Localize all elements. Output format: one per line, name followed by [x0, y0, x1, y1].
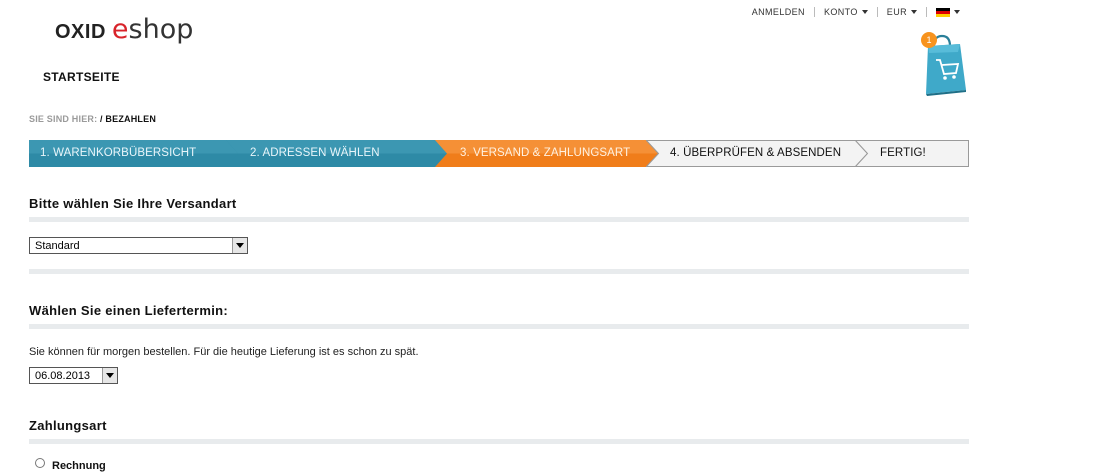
chevron-down-icon	[954, 10, 960, 14]
checkout-steps: 1. WARENKORBÜBERSICHT 2. ADRESSEN WÄHLEN…	[29, 140, 969, 167]
top-navigation: ANMELDEN KONTO EUR	[743, 7, 969, 17]
step-cart-overview[interactable]: 1. WARENKORBÜBERSICHT	[29, 140, 239, 167]
home-link[interactable]: STARTSEITE	[43, 70, 120, 84]
chevron-down-icon	[861, 10, 868, 14]
shipping-method-select[interactable]: Standard	[29, 237, 248, 254]
shipping-section-title: Bitte wählen Sie Ihre Versandart	[29, 196, 237, 211]
breadcrumb: SIE SIND HIER: / BEZAHLEN	[29, 114, 157, 124]
language-menu[interactable]	[927, 7, 969, 17]
cart-count-badge: 1	[921, 32, 937, 48]
step-choose-address[interactable]: 2. ADRESSEN WÄHLEN	[226, 140, 448, 167]
step-review-submit[interactable]: 4. ÜBERPRÜFEN & ABSENDEN	[646, 140, 868, 167]
chevron-down-icon	[232, 238, 247, 253]
login-link[interactable]: ANMELDEN	[743, 7, 814, 17]
step-finished[interactable]: FERTIG!	[855, 140, 969, 167]
account-menu[interactable]: KONTO	[815, 7, 877, 17]
mini-cart[interactable]: 1	[920, 32, 970, 96]
payment-invoice-radio[interactable]	[35, 458, 45, 468]
step-shipping-payment[interactable]: 3. VERSAND & ZAHLUNGSART	[435, 140, 659, 167]
section-divider	[29, 217, 969, 222]
chevron-down-icon	[102, 368, 117, 383]
german-flag-icon	[936, 7, 950, 17]
currency-menu[interactable]: EUR	[878, 7, 926, 17]
payment-invoice-label[interactable]: Rechnung	[52, 460, 106, 472]
section-divider	[29, 269, 969, 274]
delivery-section-title: Wählen Sie einen Liefertermin:	[29, 303, 228, 318]
oxid-eshop-logo[interactable]: OXID eshop	[55, 14, 193, 45]
chevron-down-icon	[911, 10, 917, 14]
delivery-note: Sie können für morgen bestellen. Für die…	[29, 346, 419, 358]
section-divider	[29, 324, 969, 329]
payment-section-title: Zahlungsart	[29, 418, 107, 433]
delivery-date-select[interactable]: 06.08.2013	[29, 367, 118, 384]
section-divider	[29, 439, 969, 444]
